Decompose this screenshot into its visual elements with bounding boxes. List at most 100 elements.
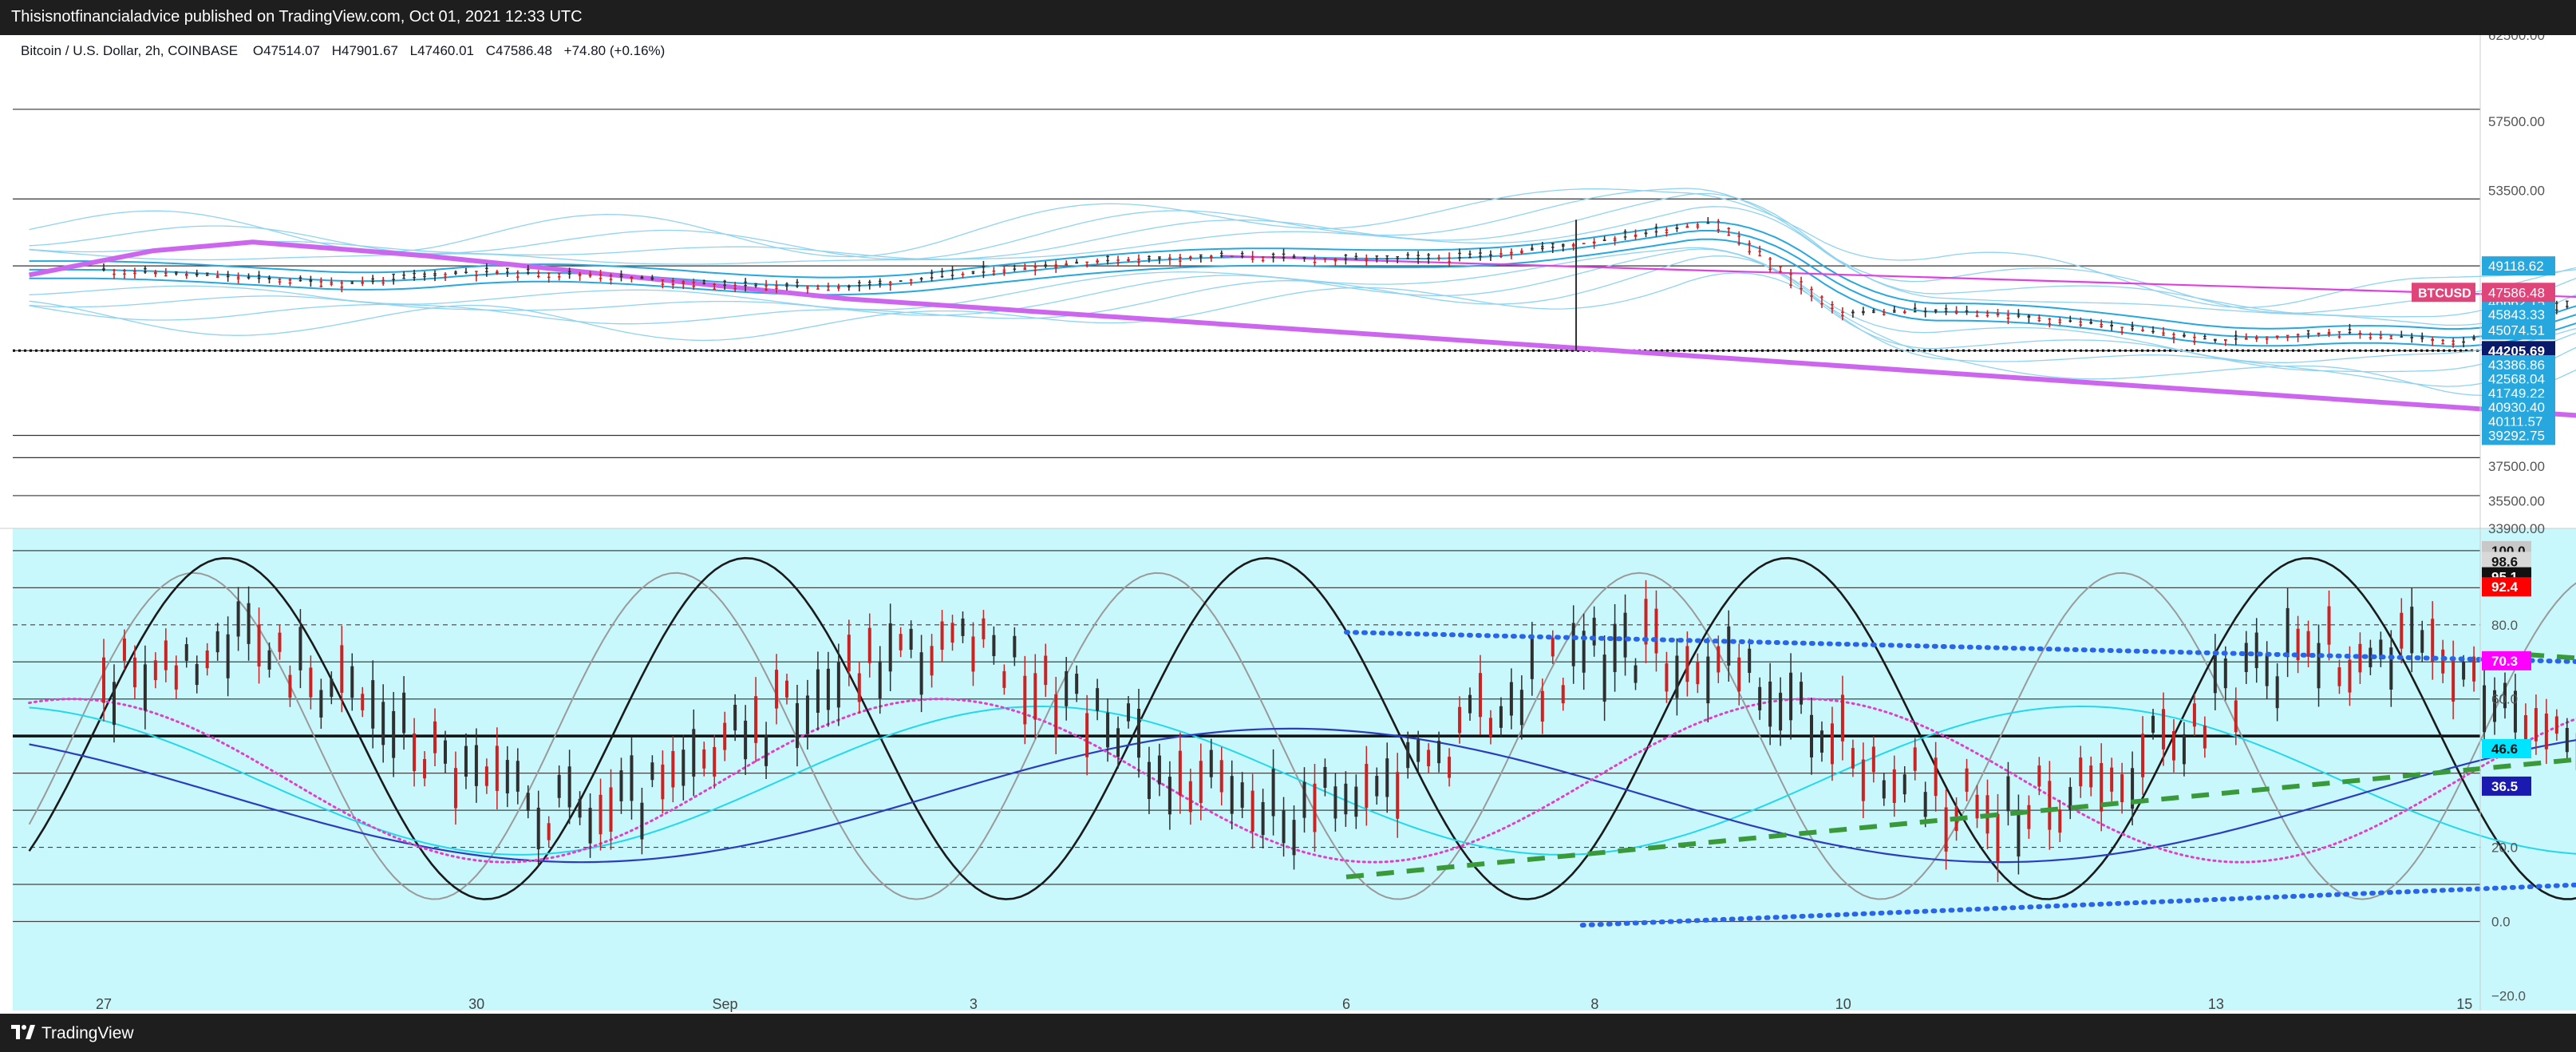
oscillator-candle-body (536, 807, 540, 850)
oscillator-candle-body (805, 695, 809, 734)
oscillator-candle-body (1913, 747, 1917, 771)
current-price-label: 47586.48 (2488, 285, 2545, 300)
oscillator-candle-body (1147, 761, 1151, 800)
symbol-legend: Bitcoin / U.S. Dollar, 2h, COINBASE O475… (21, 43, 665, 58)
oscillator-candle-body (2358, 643, 2362, 673)
oscillator-candle-body (402, 692, 406, 734)
oscillator-candle-body (2317, 643, 2321, 689)
oscillator-candle-body (2462, 662, 2466, 680)
oscillator-candle-body (2089, 765, 2093, 788)
oscillator-candle-body (1096, 688, 1100, 711)
oscillator-candle-body (1054, 694, 1058, 738)
oscillator-candle-body (640, 802, 644, 840)
oscillator-candle-body (453, 768, 457, 809)
price-level-label: 49118.62 (2488, 259, 2544, 274)
time-axis-tick: 30 (468, 996, 484, 1012)
price-chart[interactable]: 62500.00 57500.00 53500.00 45843.33 37500.00… (0, 35, 2576, 1014)
tradingview-logo-icon (11, 1025, 35, 1039)
oscillator-candle-body (1717, 646, 1721, 673)
publisher-bar: Thisisnotfinancialadvice published on Tr… (0, 0, 2576, 35)
oscillator-candle-body (1230, 776, 1234, 814)
oscillator-candle-body (1044, 655, 1048, 686)
oscillator-candle-body (2337, 667, 2341, 686)
oscillator-candle-body (1333, 786, 1337, 819)
oscillator-candle-body (1002, 670, 1006, 688)
oscillator-candle-body (1468, 694, 1472, 714)
time-axis-tick: 13 (2208, 996, 2224, 1012)
oscillator-candle-body (413, 733, 417, 772)
oscillator-candle-body (1344, 783, 1348, 815)
oscillator-candle-body (2431, 619, 2435, 662)
ribbon-outer-band (29, 188, 2576, 308)
oscillator-candle-body (1727, 626, 1731, 666)
oscillator-candle-body (754, 696, 758, 743)
oscillator-candle-body (153, 660, 157, 681)
oscillator-candle-body (982, 618, 986, 639)
oscillator-candle-body (2151, 715, 2155, 734)
oscillator-candle-body (1178, 750, 1182, 796)
oscillator-candle-body (1892, 769, 1896, 803)
oscillator-candle-body (1302, 781, 1306, 818)
oscillator-axis-tick: 0.0 (2491, 914, 2511, 929)
oscillator-candle-body (1199, 761, 1203, 804)
oscillator-candle-body (1819, 730, 1823, 753)
oscillator-candle-body (1623, 612, 1627, 658)
oscillator-candle-body (682, 749, 685, 786)
oscillator-candle-body (464, 745, 468, 777)
oscillator-axis-tick: 20.0 (2491, 840, 2518, 856)
oscillator-candle-body (381, 702, 385, 745)
oscillator-candle-body (619, 770, 623, 801)
oscillator-candle-body (650, 762, 654, 781)
oscillator-candle-body (298, 627, 302, 670)
oscillator-candle-body (143, 664, 147, 711)
oscillator-candle-body (122, 638, 126, 661)
oscillator-candle-body (867, 627, 871, 663)
oscillator-candle-body (1261, 801, 1265, 836)
oscillator-candle-body (2079, 757, 2083, 787)
oscillator-candle-body (1519, 690, 1523, 726)
oscillator-candle-body (971, 636, 975, 672)
oscillator-candle-body (2441, 649, 2445, 674)
oscillator-candle-body (2058, 809, 2062, 833)
oscillator-candle-body (1800, 682, 1804, 705)
publisher-text: Thisisnotfinancialadvice published on Tr… (11, 8, 583, 26)
oscillator-candle-body (733, 704, 737, 731)
oscillator-candle-body (1033, 673, 1037, 720)
oscillator-candle-body (785, 680, 789, 698)
oscillator-candle-body (1354, 786, 1358, 817)
oscillator-candle-body (547, 823, 551, 840)
price-level-label: 39292.75 (2488, 428, 2545, 443)
oscillator-pane[interactable] (13, 528, 2576, 1010)
oscillator-candle-body (1592, 617, 1596, 646)
oscillator-candle-body (1085, 713, 1089, 757)
oscillator-candle-body (1871, 746, 1875, 773)
oscillator-candle-body (2265, 654, 2269, 686)
oscillator-candle-body (1965, 768, 1969, 792)
oscillator-candle-body (1530, 638, 1534, 679)
oscillator-candle-body (2534, 708, 2538, 742)
oscillator-candle-body (1613, 623, 1617, 672)
oscillator-candle-body (1188, 781, 1192, 813)
oscillator-candle-body (2544, 713, 2548, 749)
oscillator-candle-body (267, 650, 271, 670)
oscillator-candle-body (1882, 780, 1886, 799)
oscillator-candle-body (319, 690, 323, 718)
oscillator-candle-body (2254, 632, 2258, 669)
oscillator-candle-body (2120, 774, 2124, 802)
oscillator-candle-body (174, 665, 178, 690)
oscillator-candle-body (1685, 646, 1689, 682)
oscillator-candle-body (1996, 813, 2000, 863)
oscillator-candle-body (2141, 734, 2145, 777)
price-axis-tick: 35500.00 (2488, 493, 2545, 508)
oscillator-candle-body (1478, 673, 1482, 718)
oscillator-candle-body (1840, 694, 1844, 742)
oscillator-candle-body (2554, 716, 2558, 734)
ribbon-outer-band (29, 206, 2576, 326)
oscillator-candle-body (1075, 674, 1079, 694)
price-pane[interactable] (13, 109, 2576, 528)
oscillator-candle-body (1779, 692, 1783, 731)
oscillator-candle-body (112, 682, 116, 726)
legend-close: C47586.48 (486, 43, 552, 58)
oscillator-candle-body (371, 680, 375, 729)
oscillator-candle-body (2213, 651, 2217, 694)
